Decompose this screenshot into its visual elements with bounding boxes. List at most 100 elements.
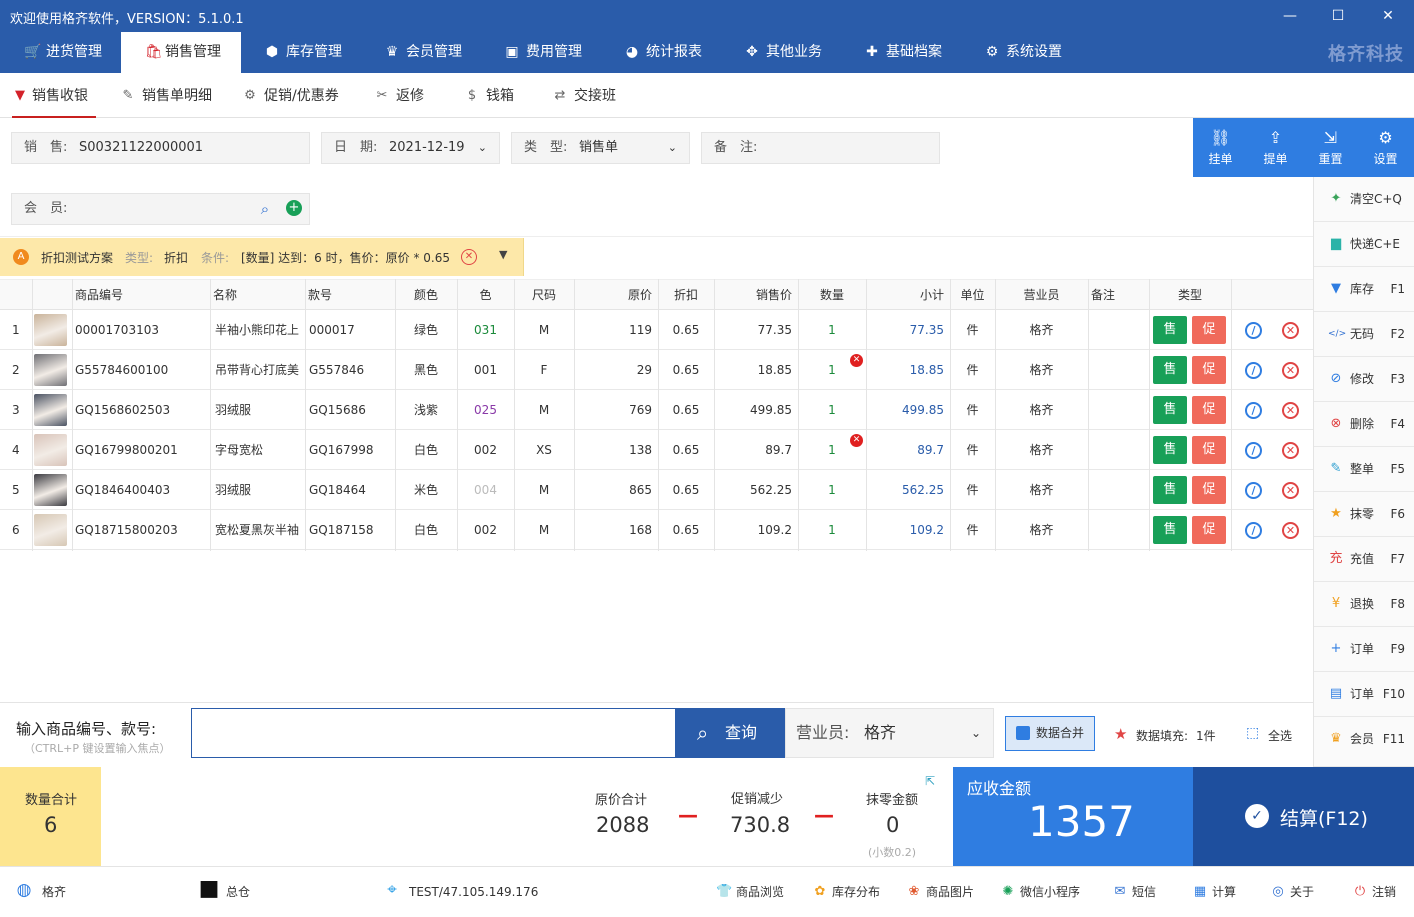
sell-button[interactable]: 售 <box>1153 476 1187 504</box>
cell-qty[interactable]: 1 <box>798 470 866 509</box>
tab-cashier[interactable]: ▼ 销售收银 <box>12 73 96 118</box>
edit-row-icon[interactable]: / <box>1245 402 1262 419</box>
status-stock-distribution[interactable]: ✿ 库存分布 <box>812 883 880 901</box>
collapse-icon[interactable]: ▼ <box>499 248 507 261</box>
reset-button[interactable]: ⇲ 重置 <box>1303 118 1358 177</box>
chevron-down-icon[interactable]: ⌄ <box>668 133 677 163</box>
remove-promo-icon[interactable]: ✕ <box>461 249 477 265</box>
delete-row-icon[interactable]: ✕ <box>1282 362 1299 379</box>
edit-row-icon[interactable]: / <box>1245 322 1262 339</box>
shortcut-modify-button[interactable]: ⊘ 修改 F3 <box>1314 357 1414 402</box>
table-row[interactable]: 4 GQ16799800201 字母宽松 GQ167998 白色 002 XS 138 0.65… <box>0 430 1313 470</box>
note-field[interactable]: 备 注: <box>701 132 940 164</box>
fill-value[interactable]: 1件 <box>1196 727 1216 744</box>
promo-button[interactable]: 促 <box>1192 396 1226 424</box>
clerk-select[interactable]: 营业员: 格齐 ⌄ <box>785 708 994 758</box>
maximize-icon[interactable]: ☐ <box>1328 6 1348 26</box>
product-thumbnail[interactable] <box>34 434 67 466</box>
tab-shift[interactable]: ⇄ 交接班 <box>552 73 616 118</box>
edit-row-icon[interactable]: / <box>1245 442 1262 459</box>
tab-promotion[interactable]: ⚙ 促销/优惠券 <box>242 73 339 118</box>
sale-no-field[interactable]: 销 售: S00321122000001 <box>11 132 310 164</box>
chevron-down-icon[interactable]: ⌄ <box>478 133 487 163</box>
column-header[interactable]: 色 <box>457 280 514 309</box>
column-header[interactable]: 尺码 <box>514 280 574 309</box>
sell-button[interactable]: 售 <box>1153 436 1187 464</box>
table-row[interactable]: 1 00001703103 半袖小熊印花上 000017 绿色 031 M 119 0.65 77… <box>0 310 1313 350</box>
member-field[interactable]: 会 员: ⌕ + <box>11 193 310 225</box>
table-row[interactable]: 2 G55784600100 吊带背心打底美 G557846 黑色 001 F 29 0.65 1… <box>0 350 1313 390</box>
delete-row-icon[interactable]: ✕ <box>1282 482 1299 499</box>
type-select[interactable]: 类 型: 销售单 ⌄ <box>511 132 690 164</box>
menu-reports[interactable]: ◕ 统计报表 <box>624 32 702 73</box>
date-field[interactable]: 日 期: 2021-12-19 ⌄ <box>321 132 500 164</box>
status-calculator[interactable]: ▦ 计算 <box>1192 883 1236 901</box>
column-header[interactable]: 营业员 <box>995 280 1088 309</box>
query-button[interactable]: ⌕ 查询 <box>675 708 785 758</box>
table-row[interactable]: 3 GQ1568602503 羽绒服 GQ15686 浅紫 025 M 769 0.65 499.… <box>0 390 1313 430</box>
menu-expense[interactable]: ▣ 费用管理 <box>504 32 582 73</box>
promo-button[interactable]: 促 <box>1192 316 1226 344</box>
column-header[interactable]: 原价 <box>574 280 658 309</box>
column-header[interactable]: 商品编号 <box>72 280 210 309</box>
menu-inventory[interactable]: ⬢ 库存管理 <box>264 32 342 73</box>
delete-row-icon[interactable]: ✕ <box>1282 402 1299 419</box>
search-icon[interactable]: ⌕ <box>256 200 274 218</box>
column-header[interactable]: 折扣 <box>658 280 714 309</box>
status-goods-image[interactable]: ❀ 商品图片 <box>906 883 974 901</box>
edit-row-icon[interactable]: / <box>1245 522 1262 539</box>
delete-row-icon[interactable]: ✕ <box>1282 442 1299 459</box>
product-thumbnail[interactable] <box>34 354 67 386</box>
shortcut-stock-button[interactable]: ▼ 库存 F1 <box>1314 267 1414 312</box>
shortcut-recharge-button[interactable]: 充充值 F7 <box>1314 537 1414 582</box>
shortcut-express-button[interactable]: ▆ 快递C+E <box>1314 222 1414 267</box>
status-wechat-miniapp[interactable]: ✺ 微信小程序 <box>1000 883 1080 901</box>
product-thumbnail[interactable] <box>34 474 67 506</box>
shortcut-member-button[interactable]: ♛ 会员 F11 <box>1314 717 1414 767</box>
cell-qty[interactable]: 1 <box>798 390 866 429</box>
status-logout[interactable]: ⏻ 注销 <box>1352 883 1396 901</box>
checkout-button[interactable]: ✓ 结算(F12) <box>1193 767 1414 866</box>
delete-row-icon[interactable]: ✕ <box>1282 322 1299 339</box>
close-icon[interactable]: ✕ <box>1378 6 1398 26</box>
merge-data-button[interactable]: 数据合并 <box>1005 716 1095 751</box>
shortcut-whole-order-button[interactable]: ✎ 整单 F5 <box>1314 447 1414 492</box>
product-thumbnail[interactable] <box>34 514 67 546</box>
shortcut-round-off-button[interactable]: ★ 抹零 F6 <box>1314 492 1414 537</box>
column-header[interactable]: 销售价 <box>714 280 798 309</box>
cell-qty[interactable]: 1 <box>798 310 866 349</box>
shortcut-order-f9-button[interactable]: + 订单 F9 <box>1314 627 1414 672</box>
delete-row-icon[interactable]: ✕ <box>1282 522 1299 539</box>
hold-order-button[interactable]: ⛓ 挂单 <box>1193 118 1248 177</box>
status-about[interactable]: ◎ 关于 <box>1270 883 1314 901</box>
menu-purchase[interactable]: 🛒 进货管理 <box>24 32 102 73</box>
shortcut-no-code-button[interactable]: </> 无码 F2 <box>1314 312 1414 357</box>
menu-sales[interactable]: 🛍 销售管理 <box>121 32 241 73</box>
column-header[interactable]: 单位 <box>950 280 995 309</box>
column-header[interactable]: 小计 <box>866 280 950 309</box>
menu-settings[interactable]: ⚙ 系统设置 <box>984 32 1062 73</box>
column-header[interactable]: 名称 <box>210 280 305 309</box>
product-thumbnail[interactable] <box>34 314 67 346</box>
minimize-icon[interactable]: — <box>1280 6 1300 26</box>
shortcut-return-button[interactable]: ¥ 退换 F8 <box>1314 582 1414 627</box>
shortcut-clear-button[interactable]: ✦ 清空C+Q <box>1314 177 1414 222</box>
sell-button[interactable]: 售 <box>1153 396 1187 424</box>
retrieve-order-button[interactable]: ⇪ 提单 <box>1248 118 1303 177</box>
table-row[interactable]: 5 GQ1846400403 羽绒服 GQ18464 米色 004 M 865 0.65 562.… <box>0 470 1313 510</box>
shortcut-order-f10-button[interactable]: ▤ 订单 F10 <box>1314 672 1414 717</box>
edit-row-icon[interactable]: / <box>1245 362 1262 379</box>
column-header[interactable]: 颜色 <box>395 280 457 309</box>
menu-member[interactable]: ♛ 会员管理 <box>384 32 462 73</box>
promo-button[interactable]: 促 <box>1192 476 1226 504</box>
tab-cashbox[interactable]: $ 钱箱 <box>464 73 514 118</box>
edit-row-icon[interactable]: / <box>1245 482 1262 499</box>
menu-archive[interactable]: ✚ 基础档案 <box>864 32 942 73</box>
select-all-button[interactable]: 全选 <box>1268 727 1292 744</box>
table-row[interactable]: 6 GQ18715800203 宽松夏黑灰半袖 GQ187158 白色 002 M 168 0.… <box>0 510 1313 550</box>
sell-button[interactable]: 售 <box>1153 356 1187 384</box>
settings-button[interactable]: ⚙ 设置 <box>1358 118 1413 177</box>
tab-repair[interactable]: ✂ 返修 <box>374 73 424 118</box>
status-browse-goods[interactable]: 👕 商品浏览 <box>716 883 784 901</box>
add-member-icon[interactable]: + <box>286 200 302 216</box>
